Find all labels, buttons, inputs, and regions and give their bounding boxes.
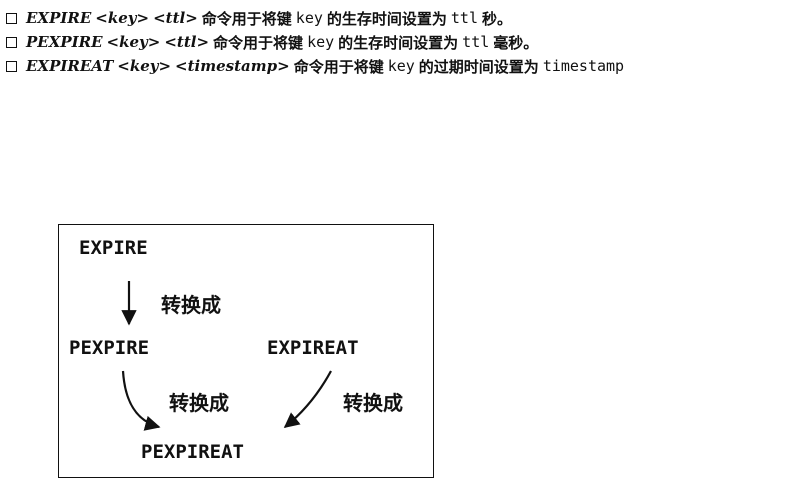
command-name: EXPIREAT xyxy=(26,57,114,75)
label-expire-to-pexpire: 转换成 xyxy=(161,293,221,317)
value-token: ttl xyxy=(462,33,490,51)
checkbox-icon xyxy=(6,60,17,72)
arg-key: <key> xyxy=(106,33,161,51)
value-token: ttl xyxy=(450,9,478,27)
arrow-pexpire-to-pexpireat xyxy=(121,370,161,431)
desc-b: 的生存时间设置为 xyxy=(326,9,447,28)
value-token: timestamp xyxy=(542,57,625,75)
key-token: key xyxy=(387,57,415,75)
desc-b: 的生存时间设置为 xyxy=(338,33,459,52)
arg-key: <key> xyxy=(117,57,172,75)
command-name: PEXPIRE xyxy=(26,33,103,51)
node-pexpireat: PEXPIREAT xyxy=(141,441,244,463)
desc-c: 毫秒。 xyxy=(493,33,539,52)
key-token: key xyxy=(295,9,323,27)
desc-c: 秒。 xyxy=(482,9,513,28)
desc-a: 命令用于将键 xyxy=(213,33,304,52)
node-expireat: EXPIREAT xyxy=(267,337,359,359)
arg-key: <key> xyxy=(95,9,150,27)
desc-a: 命令用于将键 xyxy=(201,9,292,28)
bullet-pexpire: PEXPIRE <key> <ttl> 命令用于将键 key 的生存时间设置为 … xyxy=(6,30,796,54)
bullet-expire: EXPIRE <key> <ttl> 命令用于将键 key 的生存时间设置为 t… xyxy=(6,6,796,30)
key-token: key xyxy=(307,33,335,51)
label-pexpire-to-pexpireat: 转换成 xyxy=(169,391,229,415)
arg-value: <ttl> xyxy=(153,9,198,27)
desc-b: 的过期时间设置为 xyxy=(418,57,539,76)
node-pexpire: PEXPIRE xyxy=(69,337,150,359)
bullet-list: EXPIRE <key> <ttl> 命令用于将键 key 的生存时间设置为 t… xyxy=(6,6,796,78)
checkbox-icon xyxy=(6,12,17,24)
node-expire: EXPIRE xyxy=(79,237,148,259)
checkbox-icon xyxy=(6,36,17,48)
arg-value: <ttl> xyxy=(164,33,210,51)
command-name: EXPIRE xyxy=(26,9,92,27)
arrow-expireat-to-pexpireat xyxy=(283,370,332,428)
label-expireat-to-pexpireat: 转换成 xyxy=(343,391,403,415)
arg-value: <timestamp> xyxy=(175,57,290,75)
bullet-expireat: EXPIREAT <key> <timestamp> 命令用于将键 key 的过… xyxy=(6,54,796,78)
desc-a: 命令用于将键 xyxy=(293,57,384,76)
conversion-diagram: EXPIRE PEXPIRE EXPIREAT PEXPIREAT 转换成 转换… xyxy=(58,224,434,478)
